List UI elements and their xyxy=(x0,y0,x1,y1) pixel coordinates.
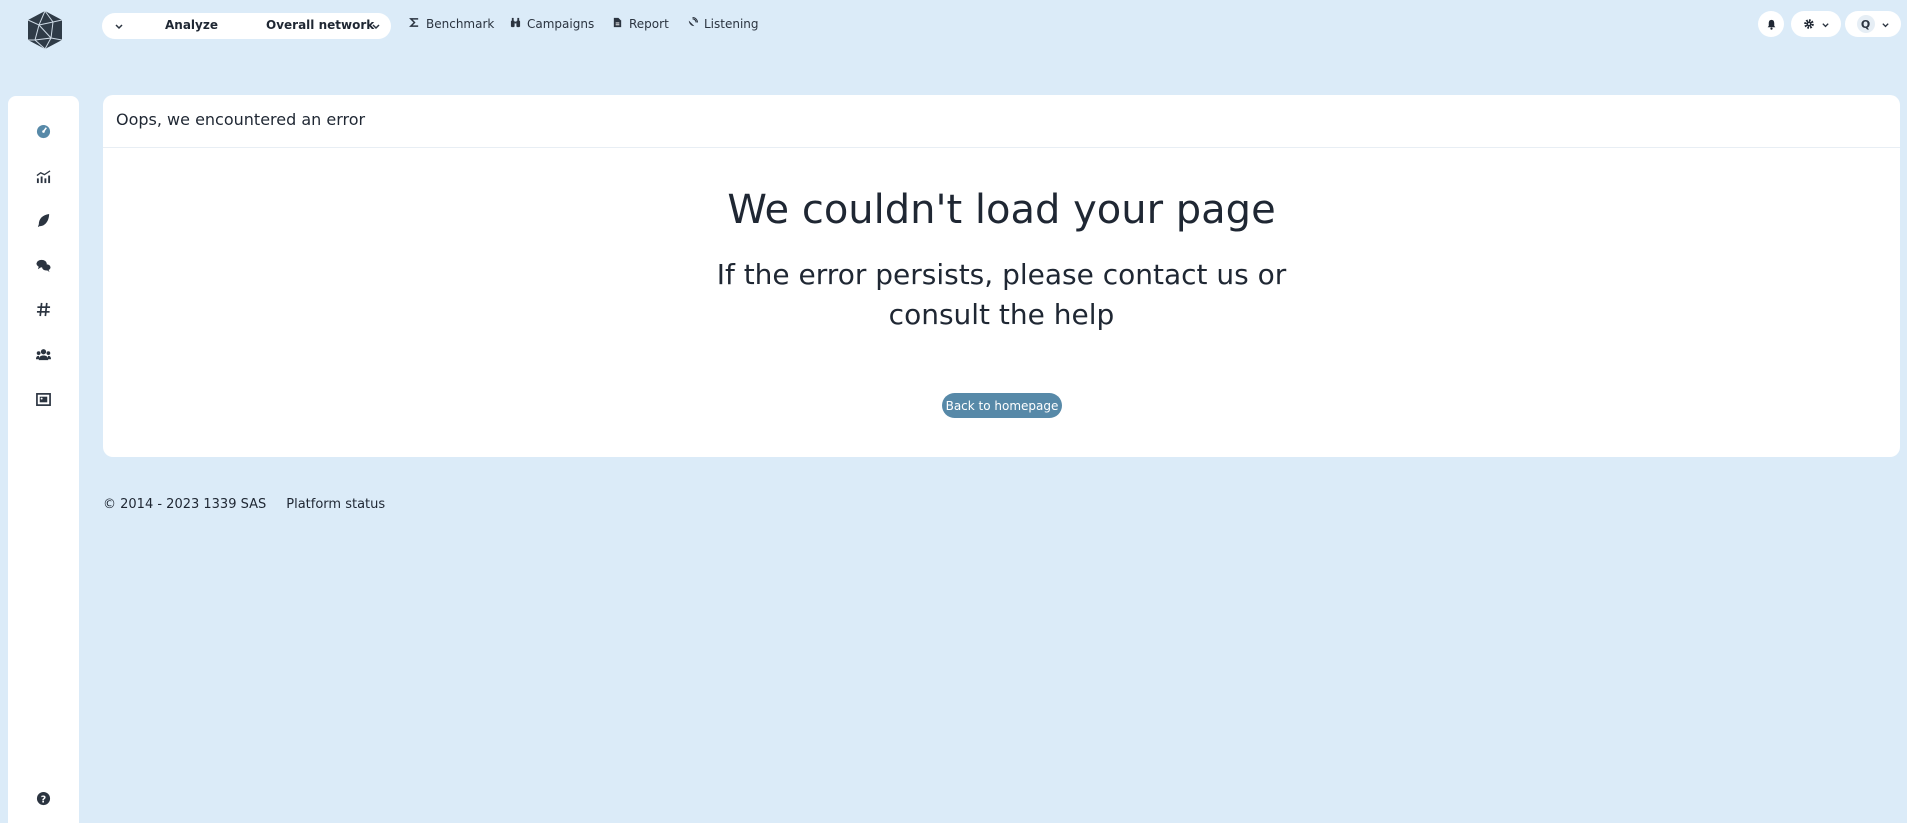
dashboard-icon[interactable] xyxy=(35,123,51,139)
chevron-down-icon[interactable] xyxy=(371,21,381,31)
nav-listening[interactable]: Listening xyxy=(687,17,759,31)
mode-selector-label[interactable]: Analyze xyxy=(165,18,218,32)
feather-icon[interactable] xyxy=(35,212,51,228)
svg-text:?: ? xyxy=(40,794,45,805)
hashtag-icon[interactable] xyxy=(35,301,51,317)
card-header: Oops, we encountered an error xyxy=(103,95,1900,148)
chevron-down-icon xyxy=(1881,15,1890,34)
nav-benchmark-label: Benchmark xyxy=(426,17,495,31)
nav-campaigns-label: Campaigns xyxy=(527,17,595,31)
nav-report-label: Report xyxy=(629,17,669,31)
footer: © 2014 - 2023 1339 SAS Platform status xyxy=(103,497,385,512)
bell-icon xyxy=(1766,15,1777,34)
nav-benchmark[interactable]: Benchmark xyxy=(409,17,494,31)
error-title: We couldn't load your page xyxy=(727,187,1276,233)
media-icon[interactable] xyxy=(35,391,51,407)
avatar: Q xyxy=(1856,15,1875,33)
comments-icon[interactable] xyxy=(35,257,51,273)
notifications-button[interactable] xyxy=(1758,11,1784,37)
error-card: Oops, we encountered an error We couldn'… xyxy=(103,95,1900,457)
sigma-icon xyxy=(409,17,420,31)
users-icon[interactable] xyxy=(35,346,51,362)
satellite-dish-icon xyxy=(687,17,698,31)
file-icon xyxy=(612,17,623,31)
scope-selector-label[interactable]: Overall network xyxy=(266,18,374,32)
nav-campaigns[interactable]: Campaigns xyxy=(510,17,594,31)
nav-report[interactable]: Report xyxy=(612,17,669,31)
sidebar: ? xyxy=(8,96,79,823)
user-menu-button[interactable]: Q xyxy=(1845,11,1901,37)
copyright-text: © 2014 - 2023 1339 SAS xyxy=(103,497,267,512)
context-switcher[interactable]: Analyze Overall network xyxy=(102,13,391,39)
back-to-homepage-button[interactable]: Back to homepage xyxy=(942,393,1062,418)
stats-icon[interactable] xyxy=(35,168,51,184)
nav-listening-label: Listening xyxy=(704,17,759,31)
error-subtitle: If the error persists, please contact us… xyxy=(716,258,1287,331)
gear-icon xyxy=(1803,15,1815,34)
chevron-down-icon xyxy=(1821,15,1830,34)
binoculars-icon xyxy=(510,17,521,31)
help-icon[interactable]: ? xyxy=(35,790,51,806)
settings-button[interactable] xyxy=(1791,11,1841,37)
app-logo[interactable] xyxy=(25,10,65,50)
platform-status-link[interactable]: Platform status xyxy=(286,497,385,512)
chevron-down-icon[interactable] xyxy=(114,21,124,31)
